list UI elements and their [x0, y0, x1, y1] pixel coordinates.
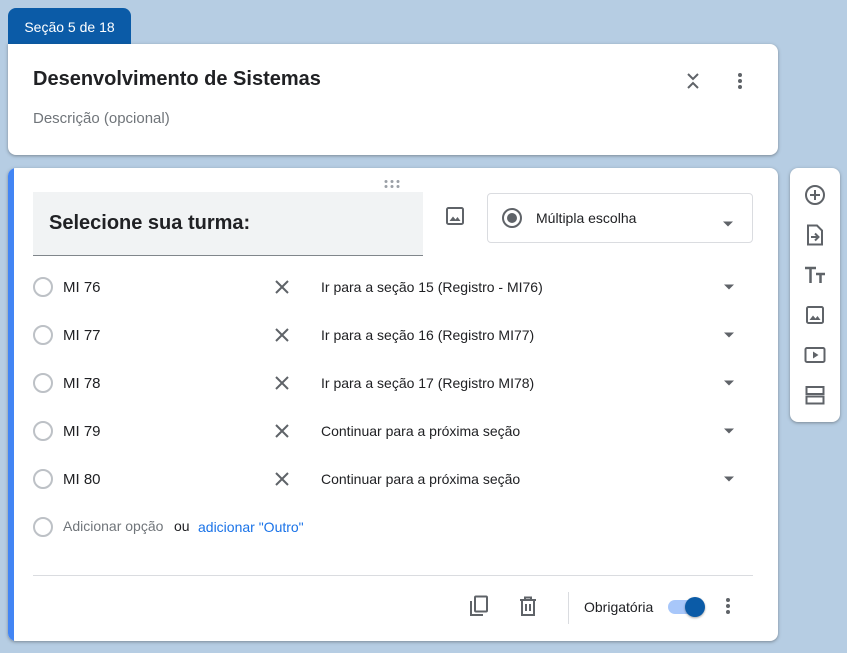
- close-icon[interactable]: [268, 369, 296, 397]
- option-row: MI 79 Continuar para a próxima seção: [8, 407, 778, 455]
- radio-button-icon: [501, 207, 523, 234]
- or-text: ou: [174, 518, 190, 534]
- option-label[interactable]: MI 79: [63, 423, 101, 440]
- required-toggle-knob[interactable]: [685, 597, 705, 617]
- section-description-field[interactable]: Descrição (opcional): [33, 110, 170, 127]
- dropdown-arrow-icon[interactable]: [715, 465, 743, 493]
- dropdown-arrow-icon[interactable]: [715, 273, 743, 301]
- more-vert-icon[interactable]: [714, 592, 742, 620]
- section-title[interactable]: Desenvolvimento de Sistemas: [33, 68, 321, 91]
- close-icon[interactable]: [268, 417, 296, 445]
- option-radio: [33, 325, 53, 345]
- section-tab: Seção 5 de 18: [8, 8, 131, 45]
- close-icon[interactable]: [268, 321, 296, 349]
- add-image-icon[interactable]: [801, 301, 829, 329]
- add-video-icon[interactable]: [801, 341, 829, 369]
- import-questions-icon[interactable]: [801, 221, 829, 249]
- floating-toolbar: [790, 168, 840, 422]
- required-label: Obrigatória: [584, 599, 654, 615]
- footer-divider: [33, 575, 753, 576]
- option-row: MI 77 Ir para a seção 16 (Registro MI77): [8, 311, 778, 359]
- option-radio: [33, 277, 53, 297]
- duplicate-icon[interactable]: [465, 592, 493, 620]
- dropdown-arrow-icon[interactable]: [715, 417, 743, 445]
- go-to-section-select[interactable]: Continuar para a próxima seção: [321, 471, 520, 487]
- add-title-icon[interactable]: [801, 261, 829, 289]
- option-row: MI 80 Continuar para a próxima seção: [8, 455, 778, 503]
- question-card[interactable]: Selecione sua turma: Múltipla escolha MI…: [8, 168, 778, 641]
- option-label[interactable]: MI 77: [63, 327, 101, 344]
- footer-separator: [568, 592, 569, 624]
- dropdown-arrow-icon: [722, 215, 734, 233]
- add-section-icon[interactable]: [801, 381, 829, 409]
- question-title: Selecione sua turma:: [49, 212, 251, 234]
- dropdown-arrow-icon[interactable]: [715, 369, 743, 397]
- option-radio: [33, 421, 53, 441]
- option-label[interactable]: MI 80: [63, 471, 101, 488]
- option-radio: [33, 373, 53, 393]
- add-image-icon[interactable]: [441, 202, 469, 230]
- go-to-section-select[interactable]: Ir para a seção 17 (Registro MI78): [321, 375, 534, 391]
- dropdown-arrow-icon[interactable]: [715, 321, 743, 349]
- option-row: MI 76 Ir para a seção 15 (Registro - MI7…: [8, 263, 778, 311]
- section-header-card: Desenvolvimento de Sistemas Descrição (o…: [8, 44, 778, 155]
- question-title-field[interactable]: Selecione sua turma:: [33, 192, 423, 256]
- question-type-label: Múltipla escolha: [536, 210, 637, 226]
- add-other-link[interactable]: adicionar "Outro": [198, 519, 304, 535]
- option-radio: [33, 469, 53, 489]
- option-label[interactable]: MI 78: [63, 375, 101, 392]
- close-icon[interactable]: [268, 465, 296, 493]
- option-row: MI 78 Ir para a seção 17 (Registro MI78): [8, 359, 778, 407]
- add-option-field[interactable]: Adicionar opção: [63, 518, 163, 534]
- go-to-section-select[interactable]: Ir para a seção 16 (Registro MI77): [321, 327, 534, 343]
- add-question-icon[interactable]: [801, 181, 829, 209]
- question-type-select[interactable]: Múltipla escolha: [487, 193, 753, 243]
- collapse-icon[interactable]: [679, 67, 707, 95]
- delete-icon[interactable]: [514, 592, 542, 620]
- go-to-section-select[interactable]: Continuar para a próxima seção: [321, 423, 520, 439]
- option-label[interactable]: MI 76: [63, 279, 101, 296]
- close-icon[interactable]: [268, 273, 296, 301]
- more-vert-icon[interactable]: [726, 67, 754, 95]
- go-to-section-select[interactable]: Ir para a seção 15 (Registro - MI76): [321, 279, 543, 295]
- add-option-radio: [33, 517, 53, 537]
